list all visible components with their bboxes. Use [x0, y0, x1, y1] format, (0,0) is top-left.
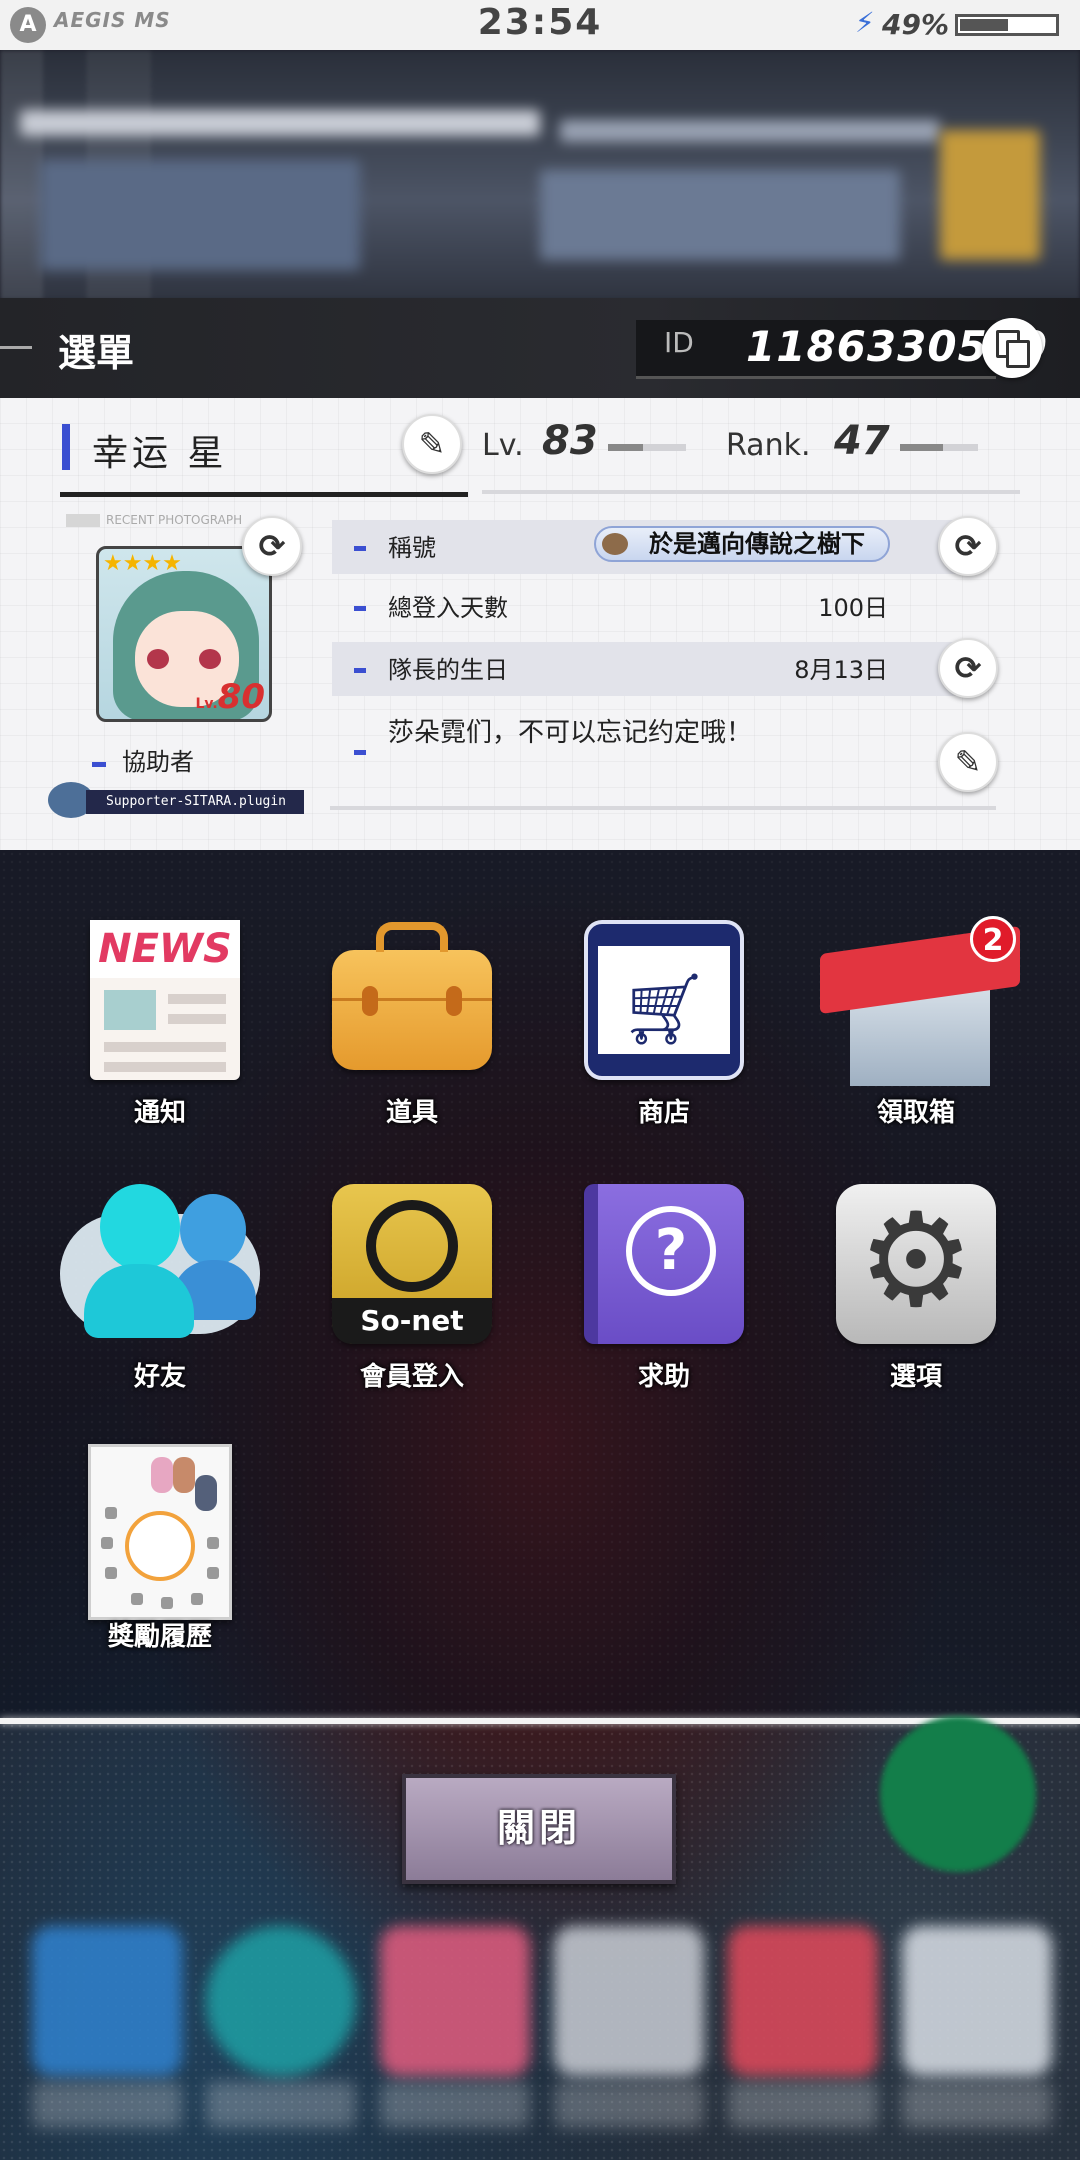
birthday-value: 8月13日: [794, 656, 888, 684]
title-label: 稱號: [388, 534, 436, 562]
menu-items-label: 道具: [385, 1098, 438, 1128]
menu-shop[interactable]: 🛒︎ 商店: [544, 906, 784, 1156]
gift-box-icon: 2: [820, 916, 1020, 1090]
menu-divider: [0, 1718, 1080, 1724]
supporter-plugin-name: Supporter-SITARA.plugin: [86, 790, 304, 814]
card-level-value: 80: [217, 677, 265, 717]
player-name: 幸运 星: [92, 433, 228, 474]
change-title-button[interactable]: ⟳: [938, 516, 998, 576]
rank-label: Rank.: [726, 428, 811, 463]
briefcase-icon: [332, 922, 492, 1070]
shopping-cart-icon: 🛒︎: [584, 920, 744, 1080]
edit-message-button[interactable]: ✎: [938, 732, 998, 792]
copy-id-button[interactable]: [982, 318, 1042, 378]
menu-news-label: 通知: [133, 1098, 186, 1128]
level-progress-fill: [608, 444, 644, 451]
battery-percent: 49%: [882, 8, 950, 41]
menu-shop-label: 商店: [637, 1098, 690, 1128]
supporter-label: 協助者: [122, 748, 194, 776]
menu-help[interactable]: ? 求助: [544, 1170, 784, 1420]
title-badge: 於是邁向傳說之樹下: [594, 526, 890, 562]
id-label: ID: [664, 326, 694, 359]
login-days-label: 總登入天數: [388, 594, 508, 622]
refresh-icon: ⟳: [954, 649, 982, 687]
refresh-icon: ⟳: [954, 527, 982, 565]
news-icon: NEWS: [90, 920, 240, 1080]
menu-reward-history-label: 獎勵履歷: [107, 1622, 212, 1652]
status-bar: A AEGIS MS 23:54 ⚡ 49%: [0, 0, 1080, 50]
battery-fill: [960, 19, 1009, 31]
menu-member-login[interactable]: So-net 會員登入: [292, 1170, 532, 1420]
name-accent-bar: [62, 424, 70, 470]
menu-gift-box[interactable]: 2 領取箱: [796, 906, 1036, 1156]
blurred-phone-icon: [880, 1716, 1036, 1872]
refresh-icon: ⟳: [258, 527, 286, 565]
battery-icon: [955, 14, 1059, 36]
menu-header: 選單 ID 1186330509: [0, 298, 1080, 398]
blurred-background-top: [0, 50, 1080, 300]
rank-value: 47: [834, 418, 890, 464]
help-book-icon: ?: [584, 1184, 744, 1344]
rarity-stars: ★★★★: [103, 551, 182, 576]
menu-options-label: 選項: [889, 1362, 942, 1392]
recent-photograph-label: RECENT PHOTOGRAPH: [106, 513, 243, 527]
menu-options[interactable]: ⚙ 選項: [796, 1170, 1036, 1420]
tree-icon: [602, 533, 628, 555]
notification-badge: 2: [970, 916, 1016, 962]
charging-bolt-icon: ⚡: [855, 6, 875, 39]
sonet-icon: So-net: [332, 1184, 492, 1344]
level-label: Lv.: [482, 428, 524, 463]
menu-friends-label: 好友: [133, 1362, 186, 1392]
rank-progress-bar: [900, 444, 978, 451]
menu-member-login-label: 會員登入: [359, 1362, 464, 1392]
page-title: 選單: [58, 331, 135, 375]
menu-friends[interactable]: 好友: [40, 1170, 280, 1420]
profile-row-login-days: 總登入天數 100日: [332, 580, 972, 634]
menu-reward-history[interactable]: 獎勵履歷: [40, 1430, 280, 1680]
menu-items[interactable]: 道具: [292, 906, 532, 1156]
level-value: 83: [542, 418, 598, 464]
menu-help-label: 求助: [637, 1362, 690, 1392]
profile-message: 莎朵霓们，不可以忘记约定哦！: [388, 718, 753, 748]
player-id-box: ID 1186330509: [636, 320, 1047, 379]
close-button[interactable]: 關閉: [402, 1774, 676, 1884]
supporter-card-portrait[interactable]: ★★★★ Lv.80: [96, 546, 272, 722]
name-underline: [60, 492, 468, 497]
login-days-value: 100日: [818, 594, 888, 622]
change-supporter-button[interactable]: ⟳: [242, 516, 302, 576]
header-accent-line: [0, 346, 32, 349]
pencil-icon: ✎: [418, 425, 446, 463]
edit-name-button[interactable]: ✎: [402, 414, 462, 474]
profile-card: 幸运 星 ✎ Lv. 83 Rank. 47 RECENT PHOTOGRAPH…: [0, 398, 1080, 850]
gear-icon: ⚙: [836, 1184, 996, 1344]
reward-history-icon: [88, 1444, 232, 1620]
friends-icon: [60, 1184, 260, 1344]
profile-row-birthday: 隊長的生日 8月13日: [332, 642, 972, 696]
profile-row-title: 稱號 於是邁向傳說之樹下: [332, 520, 972, 574]
pencil-icon: ✎: [954, 743, 982, 781]
card-level-badge: Lv.80: [195, 677, 265, 717]
menu-news[interactable]: NEWS 通知: [40, 906, 280, 1156]
level-progress-bar: [608, 444, 686, 451]
rank-progress-fill: [900, 444, 943, 451]
birthday-label: 隊長的生日: [388, 656, 508, 684]
menu-gift-box-label: 領取箱: [876, 1098, 955, 1128]
change-birthday-button[interactable]: ⟳: [938, 638, 998, 698]
